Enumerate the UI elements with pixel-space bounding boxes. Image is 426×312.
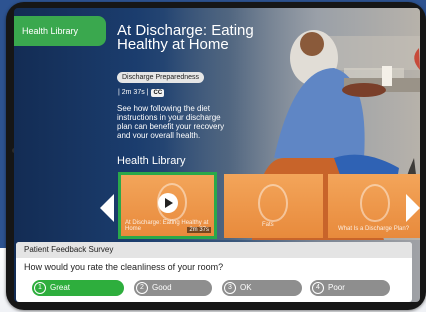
option-number: 2 [136, 282, 148, 294]
video-meta: | 2m 37s | CC [118, 87, 165, 98]
survey-option-ok[interactable]: 3 OK [222, 280, 302, 296]
thumb-duration: 2m 37s [187, 227, 211, 233]
survey-option-great[interactable]: 1 Great [32, 280, 124, 296]
survey-option-poor[interactable]: 4 Poor [310, 280, 390, 296]
survey-option-good[interactable]: 2 Good [134, 280, 212, 296]
option-label: Poor [328, 283, 345, 292]
video-description: See how following the diet instructions … [117, 104, 225, 138]
library-thumb-1[interactable]: At Discharge: Eating Healthy at Home 2m … [118, 172, 217, 239]
thumb-caption: What Is a Discharge Plan? [338, 226, 410, 232]
feedback-survey: Patient Feedback Survey How would you ra… [16, 242, 412, 302]
carousel-next-icon[interactable] [406, 194, 420, 222]
option-label: OK [240, 283, 252, 292]
category-badge: Discharge Preparedness [117, 72, 205, 83]
survey-question: How would you rate the cleanliness of yo… [24, 262, 224, 272]
play-icon[interactable] [158, 193, 178, 213]
library-thumb-2[interactable]: Fats [224, 174, 323, 238]
video-title: At Discharge: Eating Healthy at Home [117, 22, 254, 53]
library-heading: Health Library [117, 155, 186, 167]
survey-title: Patient Feedback Survey [16, 242, 412, 258]
pear-icon [360, 184, 390, 222]
carousel-prev-icon[interactable] [100, 194, 114, 222]
cc-icon[interactable]: CC [151, 89, 165, 97]
library-carousel: At Discharge: Eating Healthy at Home 2m … [14, 170, 420, 242]
option-label: Great [50, 283, 71, 292]
option-number: 1 [34, 282, 46, 294]
option-number: 3 [224, 282, 236, 294]
tab-health-library[interactable]: Health Library [14, 16, 106, 46]
option-label: Good [152, 283, 172, 292]
video-duration: | 2m 37s | [118, 89, 149, 96]
pear-icon [258, 184, 288, 222]
option-number: 4 [312, 282, 324, 294]
thumb-caption: Fats [262, 222, 274, 228]
